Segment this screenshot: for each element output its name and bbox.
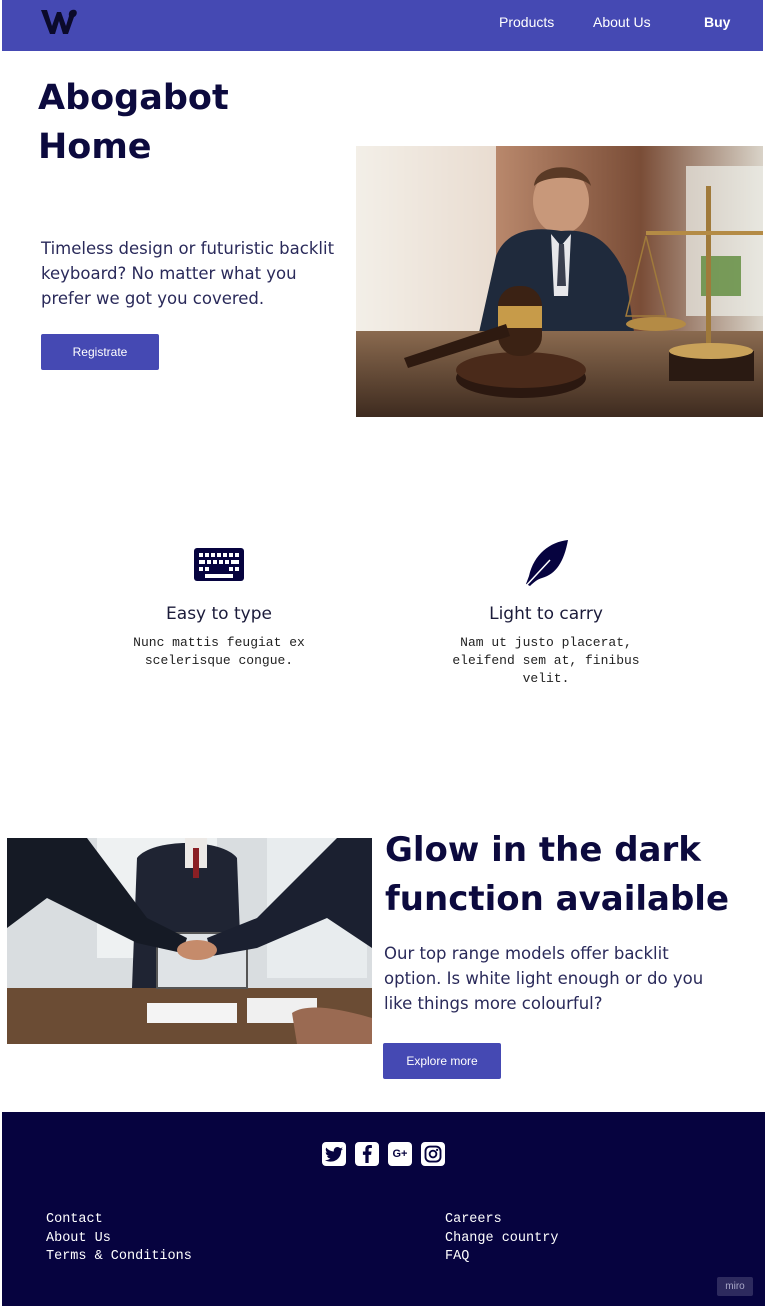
google-plus-icon[interactable]: G+ bbox=[388, 1142, 412, 1166]
footer-link-change-country[interactable]: Change country bbox=[445, 1230, 558, 1249]
social-links: G+ bbox=[322, 1142, 445, 1166]
feature-light-to-carry: Light to carry Nam ut justo placerat, el… bbox=[426, 538, 666, 688]
feature-title: Light to carry bbox=[489, 604, 603, 624]
nav-buy[interactable]: Buy bbox=[704, 14, 730, 30]
keyboard-icon bbox=[194, 548, 244, 581]
section-text: Our top range models offer backlit optio… bbox=[384, 944, 704, 1013]
twitter-icon[interactable] bbox=[322, 1142, 346, 1166]
nav-products[interactable]: Products bbox=[499, 14, 554, 30]
feature-description: Nunc mattis feugiat ex scelerisque congu… bbox=[133, 635, 305, 668]
hero-text: Timeless design or futuristic backlit ke… bbox=[41, 239, 335, 308]
instagram-icon[interactable] bbox=[421, 1142, 445, 1166]
feature-description: Nam ut justo placerat, eleifend sem at, … bbox=[452, 635, 640, 686]
handshake-image bbox=[7, 838, 372, 1044]
explore-more-button[interactable]: Explore more bbox=[383, 1043, 501, 1079]
footer-column-1: Contact About Us Terms & Conditions bbox=[46, 1211, 192, 1267]
feature-easy-to-type: Easy to type Nunc mattis feugiat ex scel… bbox=[99, 538, 339, 670]
register-button[interactable]: Registrate bbox=[41, 334, 159, 370]
footer: G+ Contact About Us Terms & Conditions C… bbox=[2, 1112, 765, 1306]
feature-title: Easy to type bbox=[166, 604, 272, 624]
google-plus-label: G+ bbox=[392, 1148, 408, 1160]
logo-icon[interactable] bbox=[40, 8, 78, 36]
miro-badge[interactable]: miro bbox=[717, 1277, 753, 1296]
facebook-icon[interactable] bbox=[355, 1142, 379, 1166]
section-title: Glow in the dark function available bbox=[385, 830, 730, 919]
footer-link-careers[interactable]: Careers bbox=[445, 1211, 558, 1230]
footer-link-contact[interactable]: Contact bbox=[46, 1211, 192, 1230]
footer-link-faq[interactable]: FAQ bbox=[445, 1248, 558, 1267]
footer-link-about-us[interactable]: About Us bbox=[46, 1230, 192, 1249]
footer-column-2: Careers Change country FAQ bbox=[445, 1211, 558, 1267]
nav-about-us[interactable]: About Us bbox=[593, 14, 651, 30]
navbar: Products About Us Buy bbox=[2, 0, 763, 51]
feather-icon bbox=[523, 540, 568, 589]
footer-link-terms[interactable]: Terms & Conditions bbox=[46, 1248, 192, 1267]
hero-image bbox=[356, 146, 763, 417]
hero-title: Abogabot Home bbox=[38, 78, 229, 167]
